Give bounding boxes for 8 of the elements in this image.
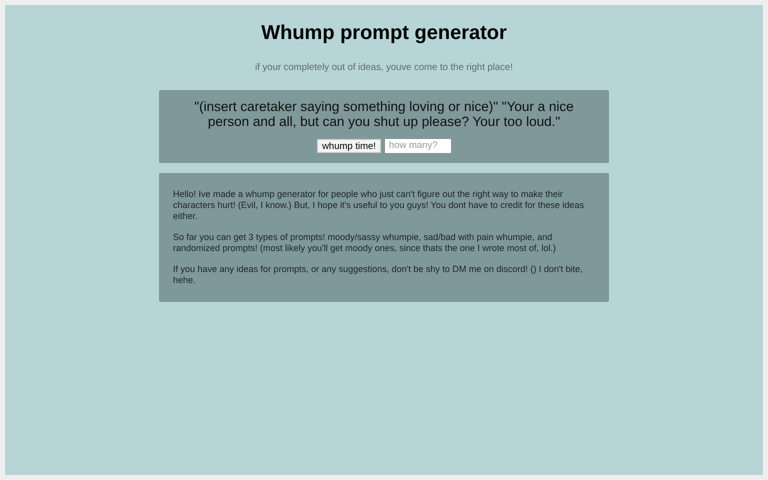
prompt-text: "(insert caretaker saying something loving or nice)" "Your a nice person and all, but can you shut up please? Your too loud."	[193, 99, 575, 130]
info-paragraph: So far you can get 3 types of prompts! moody/sassy whumpie, sad/bad with pain whumpie, and randomized prompts! (most likely you'll get moody ones, since thats the one I wrote most of, lol.)	[173, 232, 557, 254]
count-field[interactable]: how many?	[384, 139, 451, 154]
whump-button[interactable]: whump time!	[317, 139, 381, 154]
info-paragraph: Hello! Ive made a whump generator for people who just can't figure out the right way to make their characters hurt! (Evil, I know.) But, I hope it's useful to you guys! You dont have to credit for these ideas either.	[173, 189, 585, 222]
info-paragraph: If you have any ideas for prompts, or any suggestions, don't be shy to DM me on discord! () I don't bite, hehe.	[173, 264, 584, 286]
page-title: Whump prompt generator	[261, 21, 507, 46]
subtitle: if your completely out of ideas, youve come to the right place!	[255, 61, 513, 75]
